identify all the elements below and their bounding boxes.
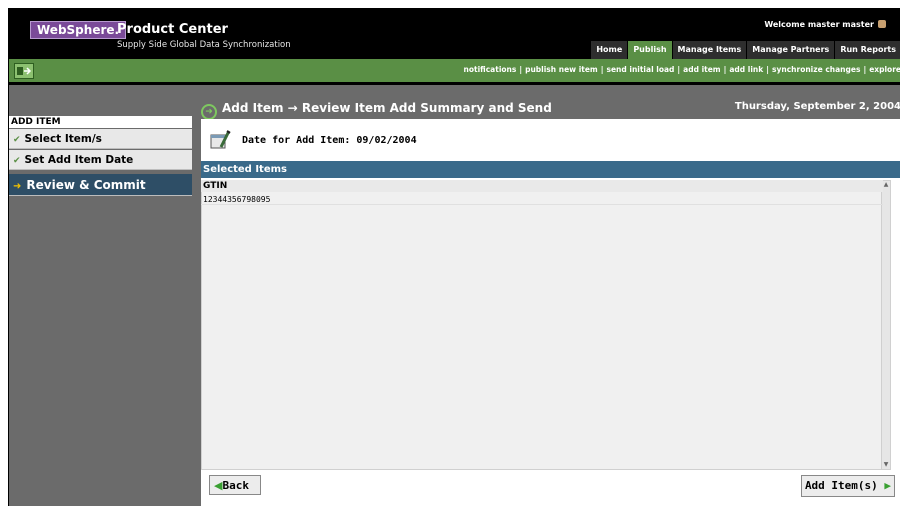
items-grid: ▲ ▼ bbox=[201, 180, 891, 470]
selected-items-header: Selected Items bbox=[201, 161, 900, 178]
circle-arrow-icon: ➜ bbox=[201, 104, 217, 120]
link-notifications[interactable]: notifications bbox=[464, 65, 517, 78]
vertical-scrollbar[interactable]: ▲ ▼ bbox=[881, 181, 890, 469]
back-button[interactable]: ◀Back bbox=[209, 475, 261, 495]
scroll-up-icon[interactable]: ▲ bbox=[882, 181, 890, 189]
tab-manage-partners[interactable]: Manage Partners bbox=[747, 41, 835, 59]
link-send-initial-load[interactable]: send initial load bbox=[607, 65, 675, 78]
sub-navigation-links: notifications | publish new item | send in… bbox=[464, 65, 900, 78]
link-add-item[interactable]: add item bbox=[683, 65, 720, 78]
app-window: WebSphere. Product Center Supply Side Gl… bbox=[8, 8, 900, 506]
date-row: Date for Add Item: 09/02/2004 bbox=[209, 125, 417, 155]
welcome-text: Welcome master master bbox=[764, 20, 886, 29]
step-select-items[interactable]: ✔ Select Item/s bbox=[9, 129, 192, 149]
footer-bar: ◀Back Add Item(s) ▶ bbox=[201, 473, 900, 506]
main-tabs: Home Publish Manage Items Manage Partner… bbox=[591, 41, 900, 59]
user-icon bbox=[878, 20, 886, 28]
link-synchronize-changes[interactable]: synchronize changes bbox=[772, 65, 860, 78]
link-publish-new-item[interactable]: publish new item bbox=[525, 65, 598, 78]
add-items-button[interactable]: Add Item(s) ▶ bbox=[801, 475, 895, 497]
link-add-link[interactable]: add link bbox=[729, 65, 763, 78]
product-name: Product Center bbox=[117, 22, 228, 37]
product-subtitle: Supply Side Global Data Synchronization bbox=[117, 40, 291, 50]
checkmark-icon: ✔ bbox=[13, 135, 21, 145]
calendar-pen-icon bbox=[210, 130, 231, 149]
current-date: Thursday, September 2, 2004 bbox=[734, 101, 900, 112]
arrow-right-icon: ➜ bbox=[13, 181, 22, 192]
column-header-gtin[interactable]: GTIN bbox=[201, 180, 883, 192]
navigation-icon[interactable] bbox=[14, 63, 34, 79]
tab-run-reports[interactable]: Run Reports bbox=[835, 41, 900, 59]
table-row[interactable]: 12344356798095 bbox=[201, 194, 883, 205]
websphere-logo: WebSphere. bbox=[30, 21, 127, 39]
arrow-right-icon: ▶ bbox=[877, 479, 892, 492]
step-review-commit[interactable]: ➜ Review & Commit bbox=[9, 174, 192, 196]
tab-manage-items[interactable]: Manage Items bbox=[672, 41, 747, 59]
page-title: ➜ Add Item → Review Item Add Summary and … bbox=[201, 101, 552, 120]
tab-publish[interactable]: Publish bbox=[628, 41, 672, 59]
scroll-down-icon[interactable]: ▼ bbox=[882, 461, 890, 469]
checkmark-icon: ✔ bbox=[13, 156, 21, 166]
link-explore[interactable]: explore bbox=[869, 65, 900, 78]
tab-home[interactable]: Home bbox=[591, 41, 628, 59]
add-item-date-label: Date for Add Item: 09/02/2004 bbox=[242, 134, 417, 146]
main-panel: Date for Add Item: 09/02/2004 Selected I… bbox=[201, 119, 900, 506]
step-set-add-item-date[interactable]: ✔ Set Add Item Date bbox=[9, 150, 192, 170]
sidebar-title: ADD ITEM bbox=[9, 116, 192, 128]
header-bar: WebSphere. Product Center Supply Side Gl… bbox=[9, 9, 900, 59]
